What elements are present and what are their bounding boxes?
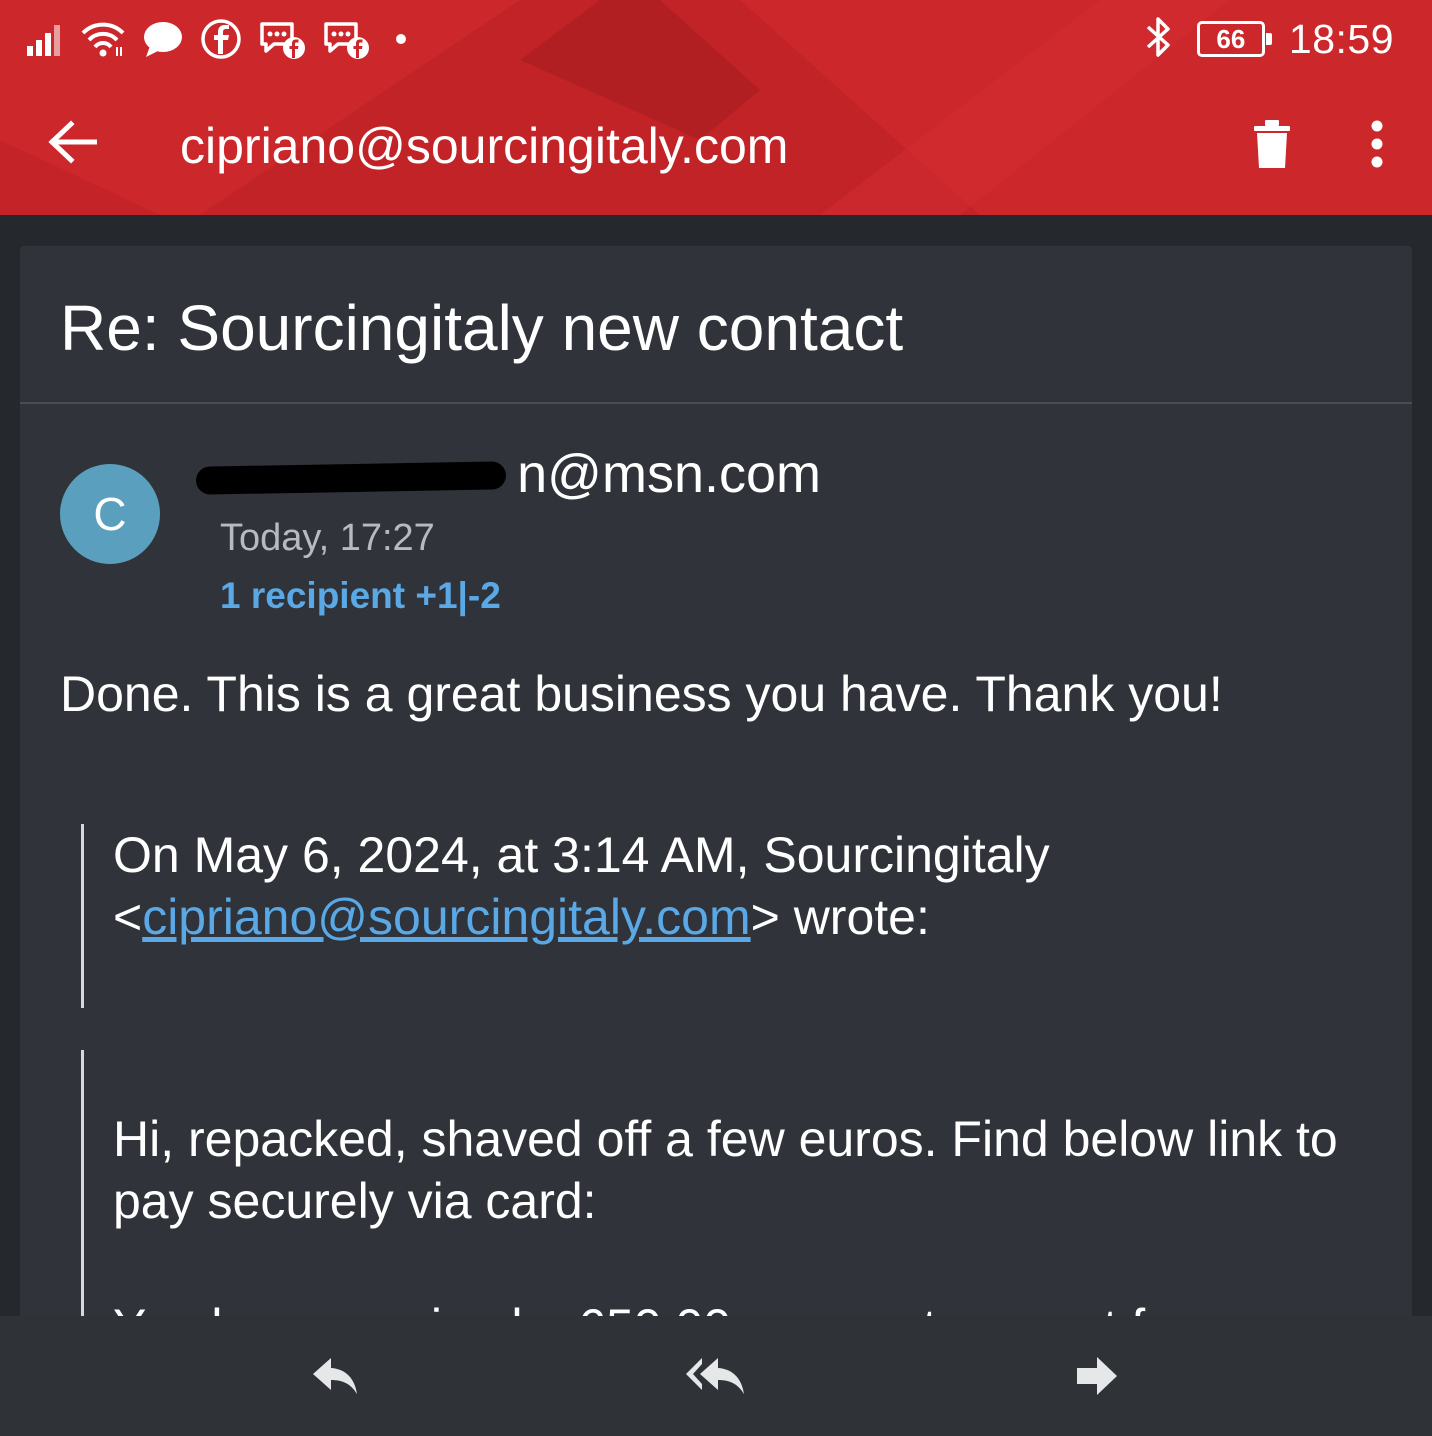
delete-button[interactable] xyxy=(1240,112,1304,176)
dot-icon xyxy=(386,29,416,49)
sender-avatar[interactable]: C xyxy=(60,464,160,564)
messenger-facebook-icon xyxy=(258,18,306,60)
back-arrow-icon xyxy=(48,120,97,164)
status-icons xyxy=(26,14,416,64)
quote-header-suffix: > wrote: xyxy=(750,889,930,945)
trash-icon xyxy=(1254,120,1290,168)
messenger-facebook-icon xyxy=(322,18,370,60)
quote-header-text: On May 6, 2024, at 3:14 AM, Sourcingital… xyxy=(113,827,1050,883)
recipients-link[interactable]: 1 recipient +1|-2 xyxy=(220,574,501,618)
bottom-action-bar xyxy=(0,1316,1432,1436)
chat-bubble-icon xyxy=(142,20,184,58)
redaction-mark xyxy=(195,461,507,495)
reply-icon xyxy=(313,1358,357,1394)
forward-button[interactable] xyxy=(1066,1346,1126,1406)
reply-button[interactable] xyxy=(304,1346,364,1406)
app-bar-title: cipriano@sourcingitaly.com xyxy=(180,118,789,174)
email-body: Done. This is a great business you have.… xyxy=(60,666,1223,722)
forward-icon xyxy=(1077,1357,1117,1395)
subject-row: Re: Sourcingitaly new contact xyxy=(20,246,1412,404)
facebook-icon xyxy=(200,18,242,60)
quote-lt: < xyxy=(113,889,143,945)
quote-header-block: On May 6, 2024, at 3:14 AM, Sourcingital… xyxy=(81,824,1381,1008)
battery-icon: 66 xyxy=(1196,21,1272,57)
back-button[interactable] xyxy=(40,110,104,174)
sender-address-visible: n@msn.com xyxy=(517,444,821,504)
top-header: 66 18:59 cipriano@sourcingitaly.com xyxy=(0,0,1432,215)
more-vert-icon xyxy=(1371,120,1383,168)
bluetooth-icon xyxy=(1143,15,1173,64)
email-date: Today, 17:27 xyxy=(220,517,435,559)
more-options-button[interactable] xyxy=(1352,112,1402,176)
status-indicators: 66 18:59 xyxy=(1143,12,1394,66)
status-time: 18:59 xyxy=(1288,15,1394,62)
wifi-icon xyxy=(80,20,126,58)
reply-all-button[interactable] xyxy=(684,1346,748,1406)
battery-level: 66 xyxy=(1216,24,1246,54)
status-bar: 66 18:59 xyxy=(0,0,1432,80)
email-card: Re: Sourcingitaly new contact C christyo… xyxy=(20,246,1412,1436)
reply-all-icon xyxy=(686,1358,744,1394)
signal-icon xyxy=(26,22,64,56)
quote-email-link[interactable]: cipriano@sourcingitaly.com xyxy=(142,889,750,945)
email-subject: Re: Sourcingitaly new contact xyxy=(60,292,904,364)
app-bar: cipriano@sourcingitaly.com xyxy=(0,90,1432,200)
quoted-text: Hi, repacked, shaved off a few euros. Fi… xyxy=(113,1111,1338,1229)
